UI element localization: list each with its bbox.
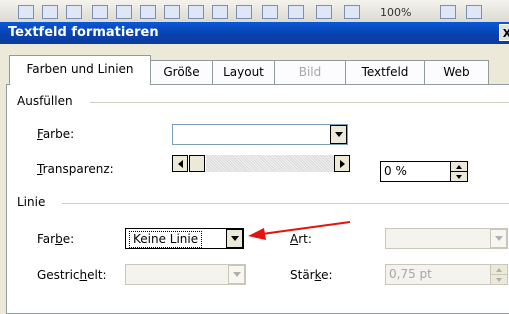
tab-groesse[interactable]: Größe (150, 60, 213, 84)
toolbar-button-icon[interactable] (66, 5, 82, 19)
line-type-dropdown[interactable] (385, 228, 508, 249)
toolbar-button-icon[interactable] (466, 5, 482, 19)
dashed-label: Gestrichelt: (37, 268, 107, 282)
toolbar-button-icon[interactable] (92, 5, 108, 19)
line-color-dropdown[interactable]: Keine Linie (125, 228, 244, 249)
toolbar-button-icon[interactable] (316, 5, 332, 19)
scroll-left-icon[interactable] (172, 155, 188, 172)
chevron-down-icon[interactable] (226, 229, 243, 248)
line-type-label: Art: (290, 232, 312, 246)
tab-bild[interactable]: Bild (274, 60, 346, 84)
close-icon[interactable]: X (499, 24, 509, 41)
tab-textfeld[interactable]: Textfeld (345, 60, 425, 84)
weight-spinner[interactable]: 0,75 pt (385, 264, 508, 285)
tab-farben-und-linien[interactable]: Farben und Linien (9, 55, 151, 85)
dashed-dropdown[interactable] (125, 264, 246, 285)
toolbar-button-icon[interactable] (188, 5, 204, 19)
transparency-slider-track[interactable] (206, 155, 334, 172)
group-divider (62, 203, 509, 204)
toolbar-button-icon[interactable] (164, 5, 180, 19)
toolbar-button-icon[interactable] (262, 5, 278, 19)
toolbar-strip: 100% (0, 0, 509, 22)
transparency-value[interactable]: 0 % (384, 164, 407, 178)
chevron-down-icon[interactable] (330, 125, 347, 144)
weight-value[interactable]: 0,75 pt (389, 267, 432, 281)
transparency-spinner[interactable]: 0 % (380, 161, 468, 182)
chevron-down-icon[interactable] (228, 265, 245, 284)
toolbar-button-icon[interactable] (18, 5, 34, 19)
toolbar-button-icon[interactable] (344, 5, 360, 19)
spin-down-icon[interactable] (451, 172, 467, 181)
toolbar-button-icon[interactable] (212, 5, 228, 19)
transparency-label: Transparenz: (37, 162, 114, 176)
line-color-value: Keine Linie (129, 231, 203, 248)
fill-group-label: Ausfüllen (17, 94, 77, 108)
transparency-slider-thumb[interactable] (189, 155, 205, 172)
fill-color-dropdown[interactable] (172, 124, 348, 145)
zoom-level[interactable]: 100% (380, 6, 411, 19)
line-color-label: Farbe: (37, 232, 75, 246)
dialog-title: Textfeld formatieren (8, 25, 159, 40)
weight-label: Stärke: (290, 268, 333, 282)
dialog-title-bar[interactable]: Textfeld formatieren X (0, 22, 509, 44)
toolbar-button-icon[interactable] (236, 5, 252, 19)
spin-down-icon[interactable] (491, 275, 507, 284)
toolbar-button-icon[interactable] (116, 5, 132, 19)
spin-up-icon[interactable] (491, 265, 507, 275)
tab-layout[interactable]: Layout (212, 60, 275, 84)
toolbar-button-icon[interactable] (42, 5, 58, 19)
toolbar-button-icon[interactable] (140, 5, 156, 19)
line-group-label: Linie (17, 195, 50, 209)
fill-color-label: Farbe: (37, 127, 75, 141)
scroll-right-icon[interactable] (334, 155, 350, 172)
tab-web[interactable]: Web (424, 60, 489, 84)
toolbar-button-icon[interactable] (288, 5, 304, 19)
chevron-down-icon[interactable] (490, 229, 507, 248)
spin-up-icon[interactable] (451, 162, 467, 172)
toolbar-button-icon[interactable] (440, 5, 456, 19)
group-divider (90, 102, 509, 103)
